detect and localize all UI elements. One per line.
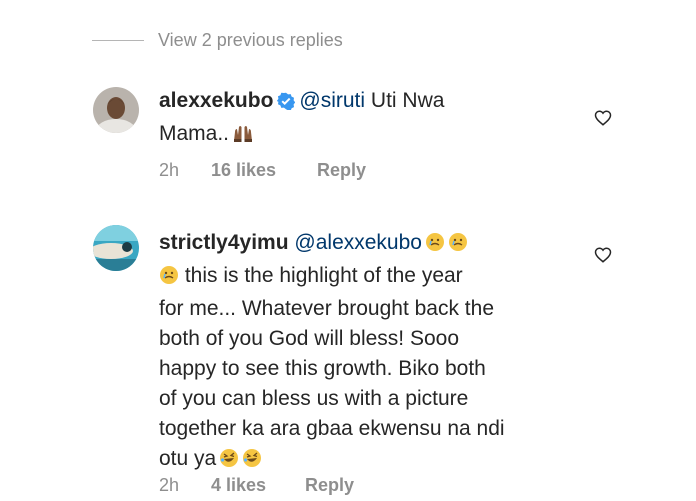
comment-text: together ka ara gbaa ekwensu na ndi xyxy=(159,417,505,440)
comment-body: strictly4yimu @alexxekubo this is the hi… xyxy=(159,228,549,477)
crying-face-emoji-icon xyxy=(448,231,468,261)
reply-button[interactable]: Reply xyxy=(305,475,354,496)
comment-text: otu ya xyxy=(159,447,217,470)
comment-text: happy to see this growth. Biko both xyxy=(159,357,486,380)
comment-text: Uti Nwa xyxy=(365,89,445,112)
avatar[interactable] xyxy=(93,225,139,271)
rolling-laughing-emoji-icon xyxy=(219,447,239,477)
comment-body: alexxekubo @siruti Uti Nwa Mama.. xyxy=(159,86,549,152)
comment-timestamp[interactable]: 2h xyxy=(159,475,211,496)
comment-username[interactable]: alexxekubo xyxy=(159,89,273,112)
avatar[interactable] xyxy=(93,87,139,133)
comment-likes-count[interactable]: 16 likes xyxy=(211,160,317,181)
heart-like-icon[interactable] xyxy=(594,109,612,127)
raised-hands-emoji-icon xyxy=(232,122,254,152)
comment-text: both of you God will bless! Sooo xyxy=(159,327,460,350)
comment-text: this is the highlight of the year xyxy=(179,264,463,287)
view-previous-replies-button[interactable]: View 2 previous replies xyxy=(92,30,343,51)
crying-face-emoji-icon xyxy=(425,231,445,261)
comment-text: for me... Whatever brought back the xyxy=(159,297,494,320)
rolling-laughing-emoji-icon xyxy=(242,447,262,477)
reply-button[interactable]: Reply xyxy=(317,160,366,181)
comment-timestamp[interactable]: 2h xyxy=(159,160,211,181)
divider-line xyxy=(92,40,144,41)
comment-likes-count[interactable]: 4 likes xyxy=(211,475,305,496)
heart-like-icon[interactable] xyxy=(594,246,612,264)
comment-mention-link[interactable]: @alexxekubo xyxy=(294,231,422,254)
comment-username[interactable]: strictly4yimu xyxy=(159,231,289,254)
comment-meta: 2h 4 likes Reply xyxy=(159,475,354,496)
comment-meta: 2h 16 likes Reply xyxy=(159,160,366,181)
comment-text: Mama.. xyxy=(159,122,230,145)
crying-face-emoji-icon xyxy=(159,264,179,294)
verified-badge-icon xyxy=(277,89,296,119)
comment-mention-link[interactable]: @siruti xyxy=(299,89,365,112)
comment-text: of you can bless us with a picture xyxy=(159,387,469,410)
view-replies-label: View 2 previous replies xyxy=(158,30,343,50)
